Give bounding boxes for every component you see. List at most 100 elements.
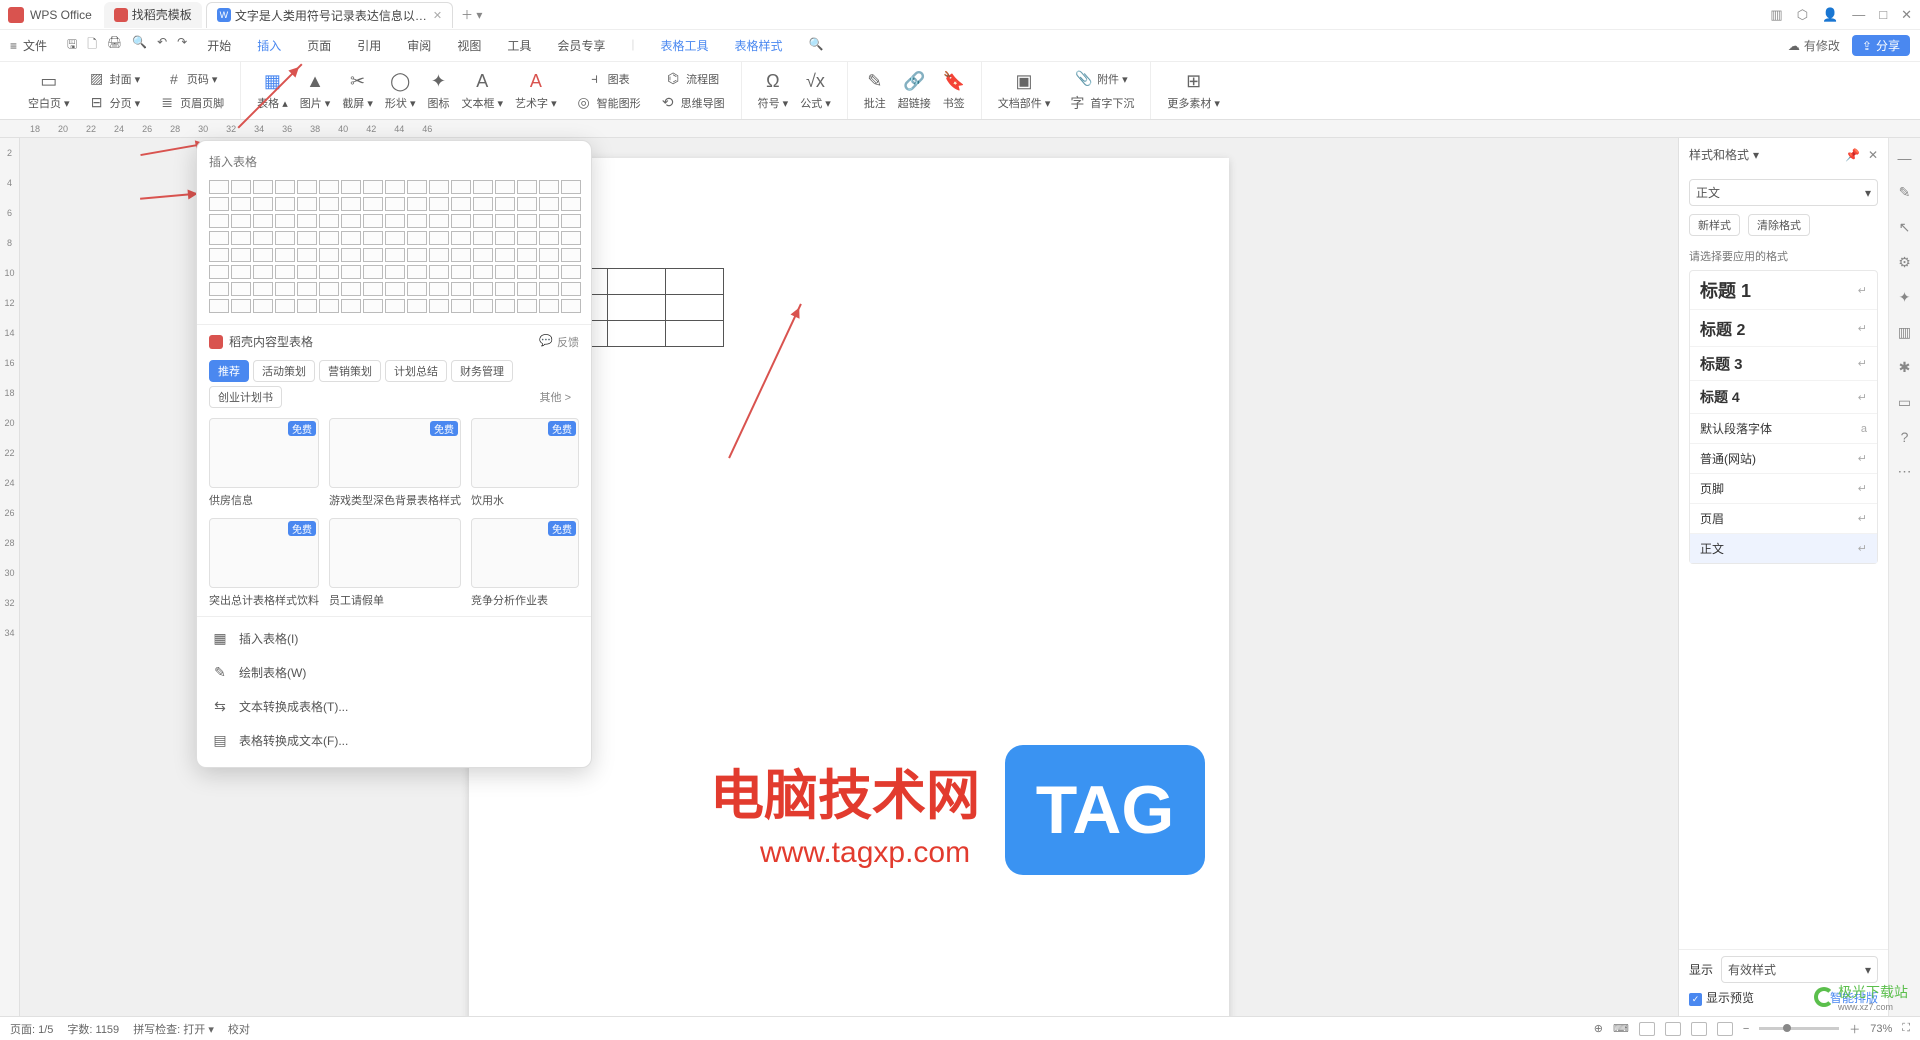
grid-cell[interactable] (209, 180, 229, 194)
grid-cell[interactable] (297, 231, 317, 245)
grid-cell[interactable] (473, 282, 493, 296)
hyperlink-button[interactable]: 🔗超链接 (892, 66, 937, 116)
grid-cell[interactable] (297, 197, 317, 211)
grid-cell[interactable] (363, 180, 383, 194)
grid-cell[interactable] (297, 265, 317, 279)
file-menu[interactable]: ≡ 文件 (10, 37, 47, 54)
grid-cell[interactable] (539, 265, 559, 279)
grid-cell[interactable] (407, 248, 427, 262)
grid-cell[interactable] (473, 231, 493, 245)
proofread-button[interactable]: 校对 (228, 1021, 250, 1037)
grid-cell[interactable] (209, 197, 229, 211)
style-heading3[interactable]: 标题 3↵ (1690, 347, 1877, 381)
grid-cell[interactable] (429, 180, 449, 194)
grid-cell[interactable] (209, 231, 229, 245)
grid-cell[interactable] (517, 197, 537, 211)
grid-cell[interactable] (231, 265, 251, 279)
grid-cell[interactable] (473, 265, 493, 279)
grid-cell[interactable] (429, 214, 449, 228)
grid-cell[interactable] (341, 248, 361, 262)
minimize-button[interactable]: — (1852, 7, 1865, 23)
style-heading2[interactable]: 标题 2↵ (1690, 310, 1877, 347)
grid-cell[interactable] (363, 214, 383, 228)
style-heading1[interactable]: 标题 1↵ (1690, 271, 1877, 310)
preview-checkbox[interactable]: ✓显示预览 (1689, 989, 1754, 1006)
grid-cell[interactable] (341, 180, 361, 194)
grid-cell[interactable] (231, 197, 251, 211)
grid-cell[interactable] (341, 197, 361, 211)
template-item[interactable]: 免费游戏类型深色背景表格样式 (329, 418, 461, 508)
new-style-button[interactable]: 新样式 (1689, 214, 1740, 236)
tool-icon[interactable]: ✦ (1899, 289, 1911, 306)
grid-cell[interactable] (561, 231, 581, 245)
grid-cell[interactable] (231, 299, 251, 313)
clear-format-button[interactable]: 清除格式 (1748, 214, 1810, 236)
menu-view[interactable]: 视图 (457, 37, 481, 54)
view-read-icon[interactable] (1717, 1022, 1733, 1036)
style-default-font[interactable]: 默认段落字体a (1690, 414, 1877, 444)
grid-cell[interactable] (385, 197, 405, 211)
grid-cell[interactable] (561, 248, 581, 262)
undo-icon[interactable]: ↶ (157, 35, 167, 56)
grid-cell[interactable] (517, 265, 537, 279)
grid-cell[interactable] (385, 282, 405, 296)
zoom-out-button[interactable]: − (1743, 1023, 1749, 1035)
mindmap-button[interactable]: ⟲思维导图 (653, 92, 731, 114)
grid-cell[interactable] (209, 214, 229, 228)
flowchart-button[interactable]: ⌬流程图 (653, 68, 731, 90)
view-page-icon[interactable] (1639, 1022, 1655, 1036)
grid-cell[interactable] (407, 214, 427, 228)
zoom-value[interactable]: 73% (1870, 1023, 1892, 1035)
template-item[interactable]: 免费竞争分析作业表 (471, 518, 579, 608)
grid-cell[interactable] (341, 231, 361, 245)
word-count[interactable]: 字数: 1159 (67, 1021, 119, 1037)
table-size-grid[interactable] (197, 176, 591, 324)
wordart-button[interactable]: A艺术字 ▾ (509, 66, 563, 116)
grid-cell[interactable] (429, 231, 449, 245)
smartart-button[interactable]: ◎智能图形 (569, 92, 647, 114)
style-header[interactable]: 页眉↵ (1690, 504, 1877, 534)
grid-cell[interactable] (429, 197, 449, 211)
draw-table-item[interactable]: ✎绘制表格(W) (197, 655, 591, 689)
grid-cell[interactable] (385, 299, 405, 313)
menu-page[interactable]: 页面 (307, 37, 331, 54)
grid-cell[interactable] (363, 265, 383, 279)
print-preview-icon[interactable]: 🗋 (87, 35, 97, 56)
fit-icon[interactable]: ⛶ (1902, 1022, 1910, 1035)
menu-member[interactable]: 会员专享 (557, 37, 605, 54)
grid-cell[interactable] (539, 214, 559, 228)
grid-cell[interactable] (341, 265, 361, 279)
symbol-button[interactable]: Ω符号 ▾ (752, 66, 795, 116)
grid-cell[interactable] (517, 180, 537, 194)
new-tab-button[interactable]: ＋ ▾ (461, 6, 482, 23)
template-item[interactable]: 免费突出总计表格样式饮料 (209, 518, 319, 608)
grid-cell[interactable] (407, 282, 427, 296)
page-indicator[interactable]: 页面: 1/5 (10, 1021, 53, 1037)
grid-cell[interactable] (231, 180, 251, 194)
grid-cell[interactable] (517, 214, 537, 228)
page-break-button[interactable]: ⊟分页 ▾ (82, 92, 147, 114)
view-outline-icon[interactable] (1665, 1022, 1681, 1036)
equation-button[interactable]: √x公式 ▾ (794, 66, 837, 116)
template-item[interactable]: 免费饮用水 (471, 418, 579, 508)
device-icon[interactable]: ▭ (1898, 394, 1911, 411)
menu-tools[interactable]: 工具 (507, 37, 531, 54)
grid-cell[interactable] (451, 265, 471, 279)
grid-cell[interactable] (495, 197, 515, 211)
style-heading4[interactable]: 标题 4↵ (1690, 381, 1877, 414)
grid-cell[interactable] (319, 197, 339, 211)
grid-cell[interactable] (495, 265, 515, 279)
chip-more[interactable]: 其他 > (532, 387, 579, 407)
grid-cell[interactable] (363, 282, 383, 296)
grid-cell[interactable] (451, 248, 471, 262)
grid-cell[interactable] (495, 231, 515, 245)
grid-cell[interactable] (495, 248, 515, 262)
more-icon[interactable]: ⋯ (1898, 463, 1912, 480)
picture-button[interactable]: ▲图片 ▾ (294, 66, 337, 116)
feedback-link[interactable]: 💬反馈 (539, 334, 579, 350)
text-to-table-item[interactable]: ⇆文本转换成表格(T)... (197, 689, 591, 723)
icons-button[interactable]: ✦图标 (421, 66, 455, 116)
grid-cell[interactable] (297, 214, 317, 228)
preview-icon[interactable]: 🔍 (132, 35, 147, 56)
tab-templates[interactable]: 找稻壳模板 (104, 2, 202, 28)
